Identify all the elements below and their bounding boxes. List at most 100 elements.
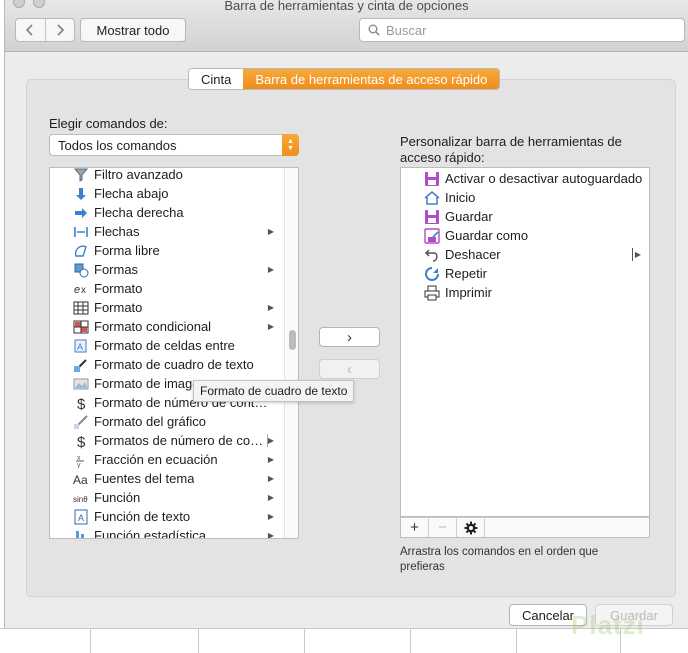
- submenu-arrow-icon: ▶: [267, 474, 274, 483]
- list-item[interactable]: Guardar como: [401, 226, 649, 245]
- list-item-label: Imprimir: [445, 285, 492, 300]
- submenu-arrow-icon: ▶: [267, 436, 274, 445]
- commands-list[interactable]: Filtro avanzado Flecha abajo Flecha derech…: [49, 167, 299, 539]
- fraction-icon: xy: [72, 452, 90, 468]
- chevron-left-icon[interactable]: [16, 19, 45, 41]
- conditional-format-icon: [72, 319, 90, 335]
- advanced-filter-icon: [72, 168, 90, 183]
- list-item-label: Formas: [94, 262, 139, 277]
- list-item[interactable]: Formas ▶: [50, 260, 282, 279]
- list-item[interactable]: Activar o desactivar autoguardado: [401, 169, 649, 188]
- svg-text:$: $: [77, 434, 86, 449]
- home-icon: [423, 190, 441, 206]
- show-all-button[interactable]: Mostrar todo: [80, 18, 186, 42]
- submenu-arrow-icon: ▶: [267, 512, 274, 521]
- list-item[interactable]: Función estadística ▶: [50, 526, 282, 539]
- list-item-label: Flechas: [94, 224, 140, 239]
- format-script-icon: ex: [72, 281, 90, 297]
- list-item-label: Función: [94, 490, 141, 505]
- undo-icon: [423, 247, 441, 263]
- list-item[interactable]: Deshacer ▶: [401, 245, 649, 264]
- list-item[interactable]: x y Fracción en ecuación ▶: [50, 450, 282, 469]
- list-item[interactable]: A Formato de celdas entre: [50, 336, 282, 355]
- submenu-arrow-icon: ▶: [634, 250, 641, 259]
- list-item-label: Formato: [94, 281, 143, 296]
- svg-text:e: e: [74, 284, 80, 296]
- list-item[interactable]: Filtro avanzado: [50, 168, 282, 184]
- list-item[interactable]: $ Formatos de número de cont... ▶: [50, 431, 282, 450]
- submenu-arrow-icon: ▶: [267, 322, 274, 331]
- commands-source-dropdown[interactable]: Todos los comandos ▲ ▼: [49, 134, 299, 156]
- list-item[interactable]: Formato de cuadro de texto: [50, 355, 282, 374]
- list-item-label: Inicio: [445, 190, 476, 205]
- tab-quick-access-toolbar[interactable]: Barra de herramientas de acceso rápido: [243, 69, 500, 89]
- list-item-label: Formatos de número de cont...: [94, 433, 270, 448]
- list-item-label: Función estadística: [94, 528, 207, 539]
- list-item-label: Flecha derecha: [94, 205, 184, 220]
- add-item-button[interactable]: +: [401, 518, 429, 537]
- list-item-label: Flecha abajo: [94, 186, 169, 201]
- submenu-arrow-icon: ▶: [267, 227, 274, 236]
- svg-text:sinθ: sinθ: [73, 495, 88, 504]
- list-item[interactable]: Repetir: [401, 264, 649, 283]
- redo-icon: [423, 266, 441, 282]
- list-item[interactable]: e x Formato: [50, 279, 282, 298]
- dollar-icon: $: [72, 395, 90, 411]
- list-item-label: Guardar como: [445, 228, 529, 243]
- list-item[interactable]: Aa Fuentes del tema ▶: [50, 469, 282, 488]
- drag-hint: Arrastra los comandos en el orden que pr…: [400, 546, 599, 573]
- navigation-buttons: [15, 18, 75, 42]
- list-item-label: Formato condicional: [94, 319, 212, 334]
- list-item-label: Formato de cuadro de texto: [94, 357, 254, 372]
- search-input[interactable]: Buscar: [359, 18, 685, 42]
- remove-command-button[interactable]: ‹: [319, 359, 380, 379]
- list-item[interactable]: Flechas ▶: [50, 222, 282, 241]
- updown-chevron-icon: ▲ ▼: [282, 134, 299, 156]
- text-function-icon: A: [72, 509, 90, 525]
- list-item[interactable]: Flecha abajo: [50, 184, 282, 203]
- dropdown-value: Todos los comandos: [58, 137, 177, 153]
- list-item-label: Activar o desactivar autoguardado: [445, 171, 643, 186]
- commands-scrollbar[interactable]: [284, 168, 298, 538]
- image-format-icon: [72, 376, 90, 392]
- window-title: Barra de herramientas y cinta de opcione…: [224, 0, 469, 13]
- add-command-button[interactable]: ›: [319, 327, 380, 347]
- search-icon: [368, 24, 380, 36]
- list-item[interactable]: A Función de texto ▶: [50, 507, 282, 526]
- search-placeholder: Buscar: [386, 22, 427, 38]
- list-item-label: Función de texto: [94, 509, 191, 524]
- save-as-icon: [423, 227, 441, 244]
- list-item-label: Formato de celdas entre: [94, 338, 235, 353]
- dollar-icon: $: [72, 433, 90, 449]
- list-item[interactable]: Imprimir: [401, 283, 649, 302]
- list-item-label: Formato del gráfico: [94, 414, 206, 429]
- chevron-right-icon[interactable]: [44, 19, 75, 41]
- list-item-label: Forma libre: [94, 243, 160, 258]
- list-item[interactable]: Inicio: [401, 188, 649, 207]
- arrow-right-icon: [72, 205, 90, 221]
- autosave-icon: [423, 171, 441, 187]
- list-item[interactable]: Formato condicional ▶: [50, 317, 282, 336]
- list-item-label: Deshacer: [445, 247, 501, 262]
- list-item[interactable]: sinθ Función ▶: [50, 488, 282, 507]
- gear-icon[interactable]: [457, 518, 485, 537]
- submenu-arrow-icon: ▶: [267, 265, 274, 274]
- list-item-label: Fuentes del tema: [94, 471, 195, 486]
- svg-text:Aa: Aa: [73, 473, 88, 487]
- scrollbar-thumb[interactable]: [289, 330, 296, 350]
- list-item[interactable]: Formato ▶: [50, 298, 282, 317]
- quick-access-list[interactable]: Activar o desactivar autoguardado Inicio G…: [400, 167, 650, 517]
- list-item-label: Formato: [94, 300, 143, 315]
- submenu-separator: [632, 248, 633, 261]
- submenu-arrow-icon: ▶: [267, 493, 274, 502]
- list-item[interactable]: Formato del gráfico: [50, 412, 282, 431]
- save-icon: [423, 209, 441, 225]
- textbox-format-icon: [72, 357, 90, 373]
- list-item[interactable]: Guardar: [401, 207, 649, 226]
- tab-ribbon[interactable]: Cinta: [189, 69, 244, 89]
- remove-item-button[interactable]: −: [429, 518, 457, 537]
- submenu-arrow-icon: ▶: [267, 531, 274, 539]
- list-item[interactable]: Forma libre: [50, 241, 282, 260]
- svg-text:A: A: [78, 513, 84, 523]
- list-item[interactable]: Flecha derecha: [50, 203, 282, 222]
